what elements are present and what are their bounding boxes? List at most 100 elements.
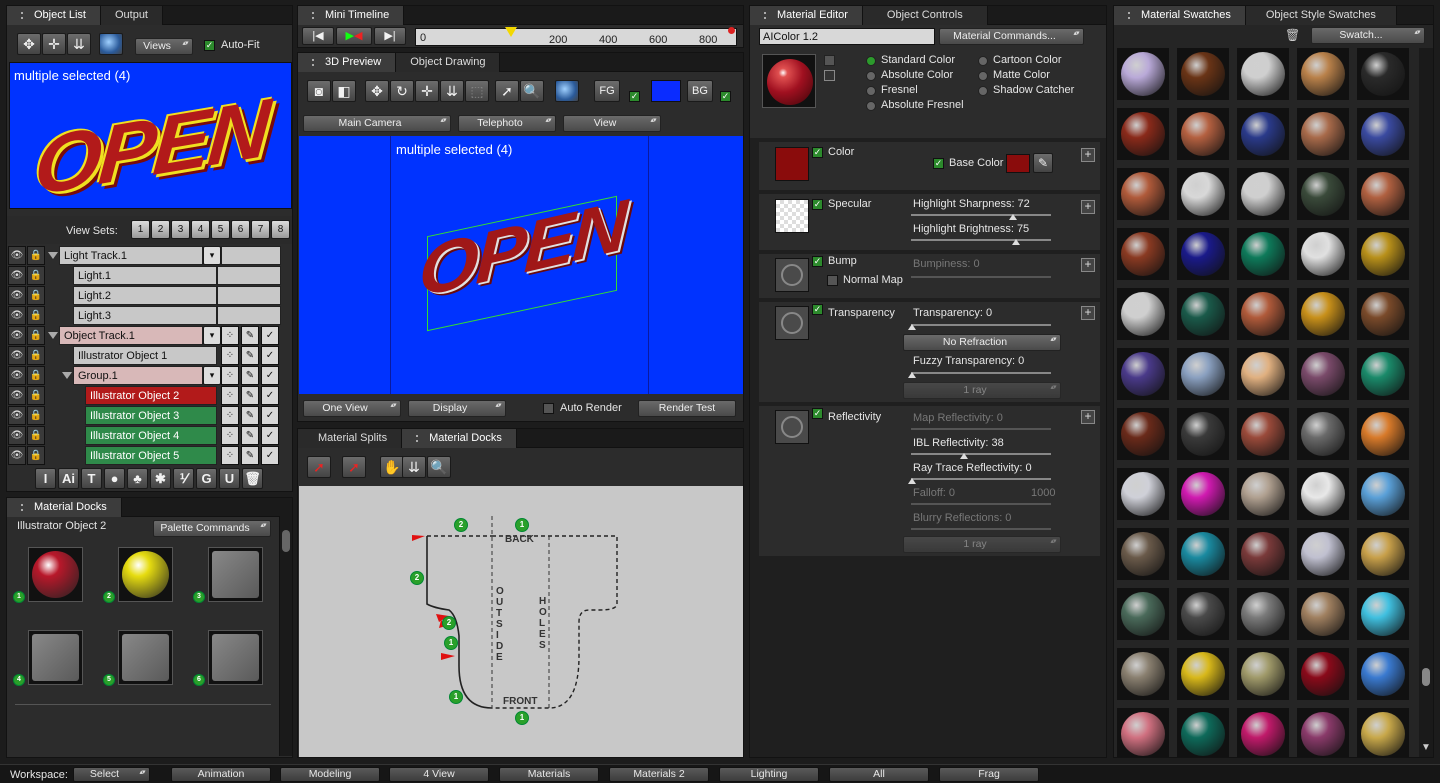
track-menu-icon[interactable]: ▾ <box>203 326 221 345</box>
workspace-animation-button[interactable]: Animation <box>171 767 271 782</box>
tab-material-docks-splits[interactable]: Material Docks <box>402 429 517 448</box>
reflectivity-checkbox[interactable]: ✓ <box>812 408 823 419</box>
material-swatch[interactable] <box>1177 228 1229 280</box>
fit-all-icon[interactable]: ✥ <box>17 33 41 55</box>
material-swatch[interactable] <box>1177 528 1229 580</box>
display-menu[interactable]: Display <box>408 400 506 417</box>
material-swatch[interactable] <box>1297 528 1349 580</box>
highlight-brightness-thumb[interactable] <box>1012 239 1020 245</box>
workspace-modeling-button[interactable]: Modeling <box>280 767 380 782</box>
material-swatch[interactable] <box>1237 168 1289 220</box>
material-swatch[interactable] <box>1117 468 1169 520</box>
fuzzy-transparency-slider[interactable] <box>911 372 1051 374</box>
fg-button[interactable]: FG <box>594 80 620 102</box>
material-swatch[interactable] <box>1237 648 1289 700</box>
color-swatch[interactable] <box>775 147 809 181</box>
material-swatch[interactable] <box>1357 48 1409 100</box>
timeline-scrubber[interactable]: 0 200 400 600 800 <box>415 27 737 46</box>
pan-down-icon[interactable]: ⇊ <box>67 33 91 55</box>
dock-slot[interactable] <box>208 547 263 602</box>
pan-down-icon[interactable]: ⇊ <box>440 80 464 102</box>
blurry-reflections-slider[interactable] <box>911 528 1051 530</box>
falloff-slider[interactable] <box>911 503 1051 505</box>
fit-all-icon[interactable]: ✥ <box>365 80 389 102</box>
depth-icon[interactable]: ⬚ <box>465 80 489 102</box>
workspace-lighting-button[interactable]: Lighting <box>719 767 819 782</box>
collapse-triangle-icon[interactable] <box>48 252 58 259</box>
workspace-materials-button[interactable]: Materials <box>499 767 599 782</box>
camera-icon[interactable]: ◙ <box>307 80 331 102</box>
dock-scroll-thumb[interactable] <box>282 530 290 552</box>
material-swatch[interactable] <box>1357 648 1409 700</box>
tab-material-swatches[interactable]: Material Swatches <box>1114 6 1246 25</box>
eye-icon[interactable]: 👁 <box>8 406 26 425</box>
eye-icon[interactable]: 👁 <box>8 426 26 445</box>
view-set-7-button[interactable]: 7 <box>251 220 270 239</box>
hand-icon[interactable]: ✋ <box>380 456 404 478</box>
check-icon[interactable]: ✓ <box>261 446 279 465</box>
material-swatch[interactable] <box>1117 168 1169 220</box>
view-set-1-button[interactable]: 1 <box>131 220 150 239</box>
eye-icon[interactable]: 👁 <box>8 446 26 465</box>
render-preview-icon[interactable] <box>99 33 123 55</box>
dock-slot[interactable] <box>118 630 173 685</box>
mode-radio[interactable] <box>978 71 988 81</box>
material-swatch[interactable] <box>1177 48 1229 100</box>
render-preview-icon[interactable] <box>555 80 579 102</box>
color-add-button[interactable]: + <box>1081 148 1095 162</box>
preview-option-b[interactable] <box>824 70 835 81</box>
material-swatch[interactable] <box>1117 408 1169 460</box>
dock-scrollbar[interactable] <box>279 516 292 756</box>
eye-icon[interactable]: 👁 <box>8 286 26 305</box>
pencil-icon[interactable]: ✎ <box>241 346 259 365</box>
tab-material-splits[interactable]: Material Splits <box>298 429 403 448</box>
bump-checkbox[interactable]: ✓ <box>812 256 823 267</box>
split-select-icon[interactable]: ➚ <box>307 456 331 478</box>
material-swatch[interactable] <box>1357 348 1409 400</box>
transparency-slider[interactable] <box>911 324 1051 326</box>
material-swatch[interactable] <box>1177 108 1229 160</box>
tab-object-list[interactable]: Object List <box>7 6 101 25</box>
workspace-4-view-button[interactable]: 4 View <box>389 767 489 782</box>
material-swatch[interactable] <box>1177 708 1229 757</box>
material-name-field[interactable] <box>759 28 935 45</box>
dock-slot[interactable] <box>28 630 83 685</box>
base-color-checkbox[interactable]: ✓ <box>933 158 944 169</box>
3d-viewport[interactable]: multiple selected (4) OPEN <box>299 136 743 394</box>
pencil-icon[interactable]: ✎ <box>241 326 259 345</box>
check-icon[interactable]: ✓ <box>261 406 279 425</box>
mode-radio[interactable] <box>978 86 988 96</box>
camera-menu[interactable]: Main Camera <box>303 115 451 132</box>
material-swatch[interactable] <box>1177 588 1229 640</box>
transparency-checkbox[interactable]: ✓ <box>812 304 823 315</box>
material-swatch[interactable] <box>1237 708 1289 757</box>
fg-checkbox[interactable]: ✓ <box>629 91 640 102</box>
specular-checkbox[interactable]: ✓ <box>812 199 823 210</box>
split-marker[interactable]: 1 <box>449 690 463 704</box>
splits-canvas[interactable]: BACK FRONT OUTSIDE HOLES 2 1 2 2 1 1 1 <box>299 486 743 757</box>
pencil-icon[interactable]: ✎ <box>241 446 259 465</box>
track-menu-icon[interactable]: ▾ <box>203 246 221 265</box>
specular-swatch[interactable] <box>775 199 809 233</box>
lock-icon[interactable]: 🔒 <box>27 266 45 285</box>
track-row[interactable]: Illustrator Object 3 <box>85 406 217 425</box>
material-swatch[interactable] <box>1117 48 1169 100</box>
material-swatch[interactable] <box>1117 348 1169 400</box>
ibl-reflectivity-slider[interactable] <box>911 453 1051 455</box>
tab-object-controls[interactable]: Object Controls <box>862 6 988 25</box>
material-swatch[interactable] <box>1177 348 1229 400</box>
view-menu[interactable]: View <box>563 115 661 132</box>
mode-radio[interactable] <box>978 56 988 66</box>
workspace-select-menu[interactable]: Select <box>73 767 150 782</box>
material-swatch[interactable] <box>1117 228 1169 280</box>
track-row[interactable]: Illustrator Object 5 <box>85 446 217 465</box>
lock-icon[interactable]: 🔒 <box>27 246 45 265</box>
color-checkbox[interactable]: ✓ <box>812 147 823 158</box>
lock-icon[interactable]: 🔒 <box>27 366 45 385</box>
bg-checkbox[interactable]: ✓ <box>720 91 731 102</box>
track-row[interactable]: Group.1 <box>73 366 203 385</box>
material-swatch[interactable] <box>1177 288 1229 340</box>
views-menu[interactable]: Views <box>135 38 193 55</box>
material-swatch[interactable] <box>1297 648 1349 700</box>
lock-icon[interactable]: 🔒 <box>27 286 45 305</box>
